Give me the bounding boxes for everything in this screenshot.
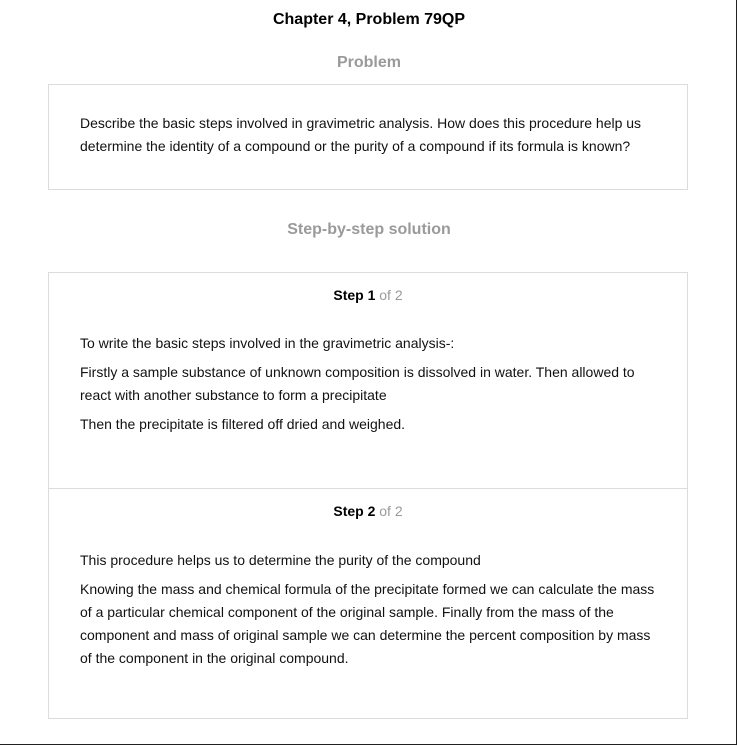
step-1-header: Step 1 of 2 <box>49 286 687 304</box>
solution-steps-box: Step 1 of 2 To write the basic steps inv… <box>48 272 688 719</box>
problem-box: Describe the basic steps involved in gra… <box>48 84 688 190</box>
step-2-of-count: of 2 <box>379 503 403 519</box>
step-2-paragraph: Knowing the mass and chemical formula of… <box>80 581 655 666</box>
step-1-panel: Step 1 of 2 To write the basic steps inv… <box>49 273 687 489</box>
step-2-header: Step 2 of 2 <box>49 502 687 520</box>
step-2-panel: Step 2 of 2 This procedure helps us to d… <box>49 489 687 718</box>
step-2-paragraph: This procedure helps us to determine the… <box>80 552 481 568</box>
step-1-of-count: of 2 <box>379 287 403 303</box>
step-2-label: Step 2 <box>333 503 376 519</box>
step-1-label: Step 1 <box>333 287 376 303</box>
step-1-body: To write the basic steps involved in the… <box>80 332 665 442</box>
problem-text: Describe the basic steps involved in gra… <box>80 115 642 154</box>
solution-heading: Step-by-step solution <box>287 221 451 238</box>
step-1-paragraph: Firstly a sample substance of unknown co… <box>80 364 635 403</box>
problem-heading: Problem <box>336 54 401 71</box>
step-1-paragraph: Then the precipitate is filtered off dri… <box>80 416 406 432</box>
step-2-body: This procedure helps us to determine the… <box>80 549 665 676</box>
step-1-paragraph: To write the basic steps involved in the… <box>80 335 455 351</box>
page-title: Chapter 4, Problem 79QP <box>272 11 466 28</box>
